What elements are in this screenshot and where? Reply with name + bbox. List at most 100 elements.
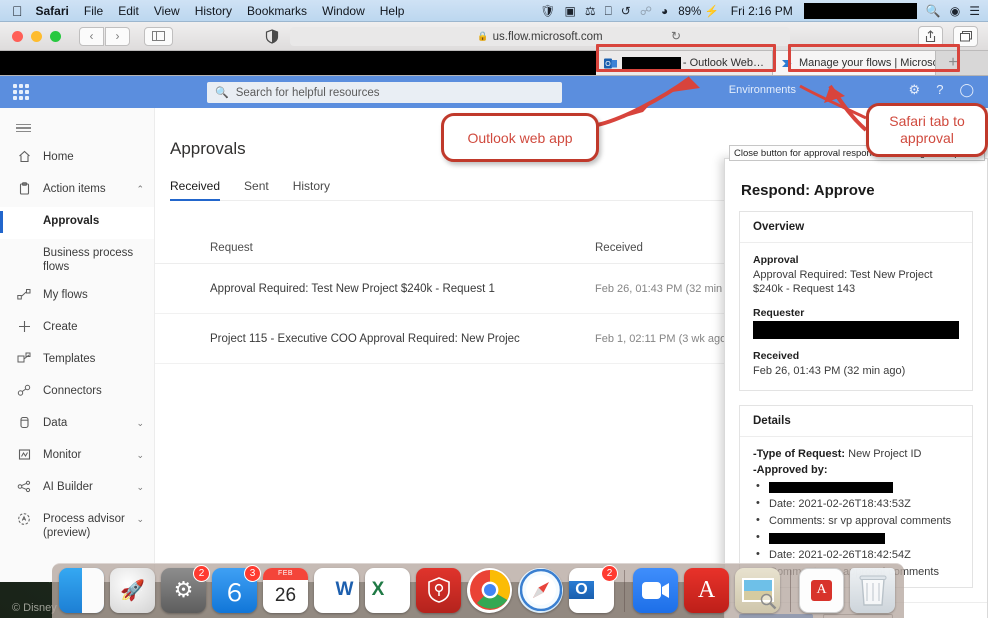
menu-file[interactable]: File xyxy=(84,4,103,18)
dock-item-app-store[interactable]: ６ 3 xyxy=(212,564,261,615)
search-icon[interactable]: 🔍 xyxy=(926,5,941,17)
dock-item-safari[interactable] xyxy=(518,567,565,618)
close-window-button[interactable] xyxy=(12,30,23,42)
home-icon xyxy=(16,150,32,163)
sidebar-item-monitor[interactable]: Monitor ⌄ xyxy=(0,441,154,473)
safari-toolbar: ‹ › 🔒 us.flow.microsoft.com ↻ xyxy=(0,22,988,51)
menu-bookmarks[interactable]: Bookmarks xyxy=(247,4,307,18)
chevron-down-icon[interactable]: ⌄ xyxy=(136,418,144,429)
wifi-icon[interactable]: ◕ xyxy=(661,5,668,17)
sidebar-item-label: Action items xyxy=(43,183,106,195)
share-icon[interactable] xyxy=(918,26,943,47)
sidebar-item-ai-builder[interactable]: AI Builder ⌄ xyxy=(0,473,154,505)
screen: 01001 1101 0 0110100 110 0101001 110 01 … xyxy=(0,0,988,618)
approved-by-label: -Approved by: xyxy=(753,464,828,476)
address-bar[interactable]: 🔒 us.flow.microsoft.com xyxy=(290,27,790,46)
dock-item-excel[interactable]: X xyxy=(365,567,412,618)
help-icon[interactable]: ? xyxy=(936,82,943,98)
sidebar-item-label: Connectors xyxy=(43,385,102,397)
menu-bar-status-area: 🛡 ▣ ⚖ ⎕ ↺ ☍ ◕ 89% ⚡ Fri 2:16 PM 🔍 ◉ ☰ xyxy=(531,2,988,19)
menu-history[interactable]: History xyxy=(195,4,232,18)
menu-bar-clock[interactable]: Fri 2:16 PM xyxy=(731,4,793,18)
settings-gear-icon[interactable]: ⚙ xyxy=(909,82,921,98)
dock-item-chrome[interactable] xyxy=(467,567,514,618)
excel-letter: X xyxy=(371,579,385,600)
bluetooth-icon[interactable]: ☍ xyxy=(640,5,652,17)
reload-button[interactable]: ↻ xyxy=(671,29,681,43)
new-tab-button[interactable]: + xyxy=(936,51,970,75)
screen-record-icon[interactable]: ▣ xyxy=(564,5,575,17)
dock-item-preview[interactable] xyxy=(735,567,782,615)
dock-item-finder[interactable] xyxy=(59,567,106,618)
privacy-report-icon[interactable] xyxy=(262,27,282,46)
sidebar-item-approvals[interactable]: Approvals xyxy=(0,207,154,239)
shield-icon[interactable]: 🛡 xyxy=(540,5,555,17)
dock-item-trash[interactable] xyxy=(850,567,897,615)
tab-sent[interactable]: Sent xyxy=(244,179,269,200)
outlook-icon: O xyxy=(604,57,617,70)
account-avatar-icon[interactable]: ◯ xyxy=(959,82,974,98)
tab-overview-icon[interactable] xyxy=(953,26,978,47)
list-item: Comments: sr vp approval comments xyxy=(753,512,959,529)
chevron-down-icon[interactable]: ⌄ xyxy=(136,450,144,461)
control-center-icon[interactable]: ☰ xyxy=(969,5,980,17)
sidebar-item-my-flows[interactable]: My flows xyxy=(0,281,154,313)
chevron-down-icon[interactable]: ⌄ xyxy=(136,514,144,525)
safari-window: ‹ › 🔒 us.flow.microsoft.com ↻ O - Outloo… xyxy=(0,22,988,618)
tab-received[interactable]: Received xyxy=(170,179,221,201)
tab-history[interactable]: History xyxy=(293,179,330,200)
app-header: 🔍 Search for helpful resources Environme… xyxy=(0,76,988,108)
dock-item-acrobat[interactable]: A xyxy=(684,567,731,618)
sidebar-toggle-icon[interactable] xyxy=(144,26,173,46)
menu-edit[interactable]: Edit xyxy=(118,4,139,18)
sidebar-item-create[interactable]: Create xyxy=(0,313,154,345)
tab-power-automate[interactable]: Manage your flows | Microsoft P… xyxy=(773,51,936,75)
time-machine-icon[interactable]: ↺ xyxy=(621,5,631,17)
sidebar-item-label: Monitor xyxy=(43,449,82,461)
minimize-window-button[interactable] xyxy=(31,30,42,42)
notification-icon[interactable]: ⚖ xyxy=(585,5,596,17)
menu-view[interactable]: View xyxy=(154,4,180,18)
siri-icon[interactable]: ◉ xyxy=(950,5,960,17)
sidebar-item-data[interactable]: Data ⌄ xyxy=(0,409,154,441)
toolbar-right-buttons xyxy=(918,26,978,47)
approver-name-redacted xyxy=(769,532,885,544)
environment-label[interactable]: Environments xyxy=(729,84,796,96)
sidebar-item-templates[interactable]: Templates xyxy=(0,345,154,377)
sidebar-item-process-advisor[interactable]: Process advisor (preview) ⌄ xyxy=(0,505,154,547)
chevron-down-icon[interactable]: ⌄ xyxy=(136,482,144,493)
dock-item-system-preferences[interactable]: ⚙ 2 xyxy=(161,564,210,615)
app-launcher-icon[interactable] xyxy=(12,83,30,101)
search-icon: 🔍 xyxy=(215,87,229,99)
panel-title: Respond: Approve xyxy=(741,182,875,199)
dock-item-launchpad[interactable]: 🚀 xyxy=(110,567,157,615)
menu-safari[interactable]: Safari xyxy=(36,4,69,18)
sidebar-item-action-items[interactable]: Action items ⌃ xyxy=(0,175,154,207)
back-button[interactable]: ‹ xyxy=(79,26,104,46)
zoom-window-button[interactable] xyxy=(50,30,61,42)
dock-item-security-shield[interactable] xyxy=(416,567,463,615)
tab-outlook-web[interactable]: O - Outlook Web… xyxy=(596,51,773,75)
apple-logo-icon[interactable]:  xyxy=(12,4,23,18)
approved-by-line: -Approved by: xyxy=(753,463,959,477)
menu-window[interactable]: Window xyxy=(322,4,365,18)
dock-item-outlook[interactable]: O 2 xyxy=(569,564,618,615)
chevron-up-icon[interactable]: ⌃ xyxy=(136,184,144,195)
dock-item-zoom[interactable] xyxy=(633,567,680,618)
column-header-request[interactable]: Request xyxy=(210,242,595,254)
database-icon xyxy=(16,416,32,429)
dock-item-pdf-document[interactable]: A xyxy=(799,567,846,615)
menu-help[interactable]: Help xyxy=(380,4,405,18)
sidebar-item-business-process-flows[interactable]: Business process flows xyxy=(0,239,154,281)
dock-item-word[interactable]: W xyxy=(314,567,361,618)
sidebar-item-connectors[interactable]: Connectors xyxy=(0,377,154,409)
search-input[interactable]: 🔍 Search for helpful resources xyxy=(207,82,562,103)
overview-card: Overview Approval Approval Required: Tes… xyxy=(739,211,973,391)
dock-item-calendar[interactable]: FEB 26 xyxy=(263,567,310,615)
battery-status[interactable]: 89% ⚡ xyxy=(678,4,719,18)
airplay-icon[interactable]: ⎕ xyxy=(605,5,612,17)
details-heading: Details xyxy=(740,406,972,437)
forward-button[interactable]: › xyxy=(105,26,130,46)
sidebar-item-home[interactable]: Home xyxy=(0,143,154,175)
hamburger-menu-icon[interactable] xyxy=(0,113,154,143)
